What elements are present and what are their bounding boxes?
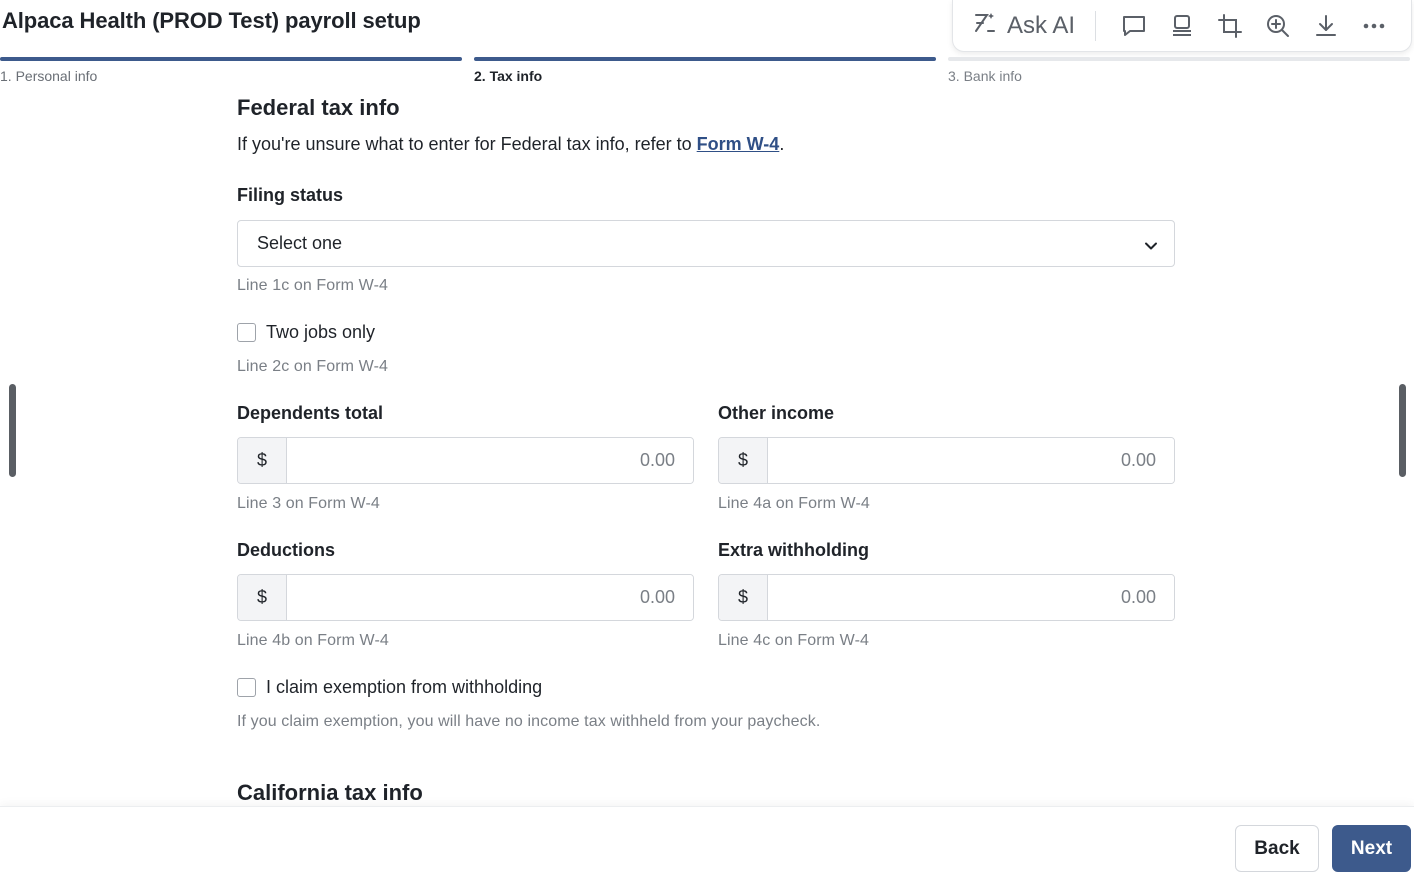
step-label: 2. Tax info (474, 68, 543, 84)
zoom-in-icon[interactable] (1254, 2, 1302, 50)
step-progress-bar (948, 57, 1410, 61)
document-toolbar: Ask AI (952, 0, 1412, 52)
extra-withholding-label: Extra withholding (718, 540, 869, 560)
ask-ai-icon (971, 9, 999, 42)
download-icon[interactable] (1302, 2, 1350, 50)
other-income-hint: Line 4a on Form W-4 (718, 495, 870, 512)
california-tax-title: California tax info (237, 780, 423, 805)
federal-tax-title: Federal tax info (237, 95, 400, 120)
left-scroll-handle[interactable] (9, 384, 16, 477)
intro-end: . (779, 134, 785, 154)
step-bank-info[interactable]: 3. Bank info (948, 57, 1410, 84)
deductions-field: $ (237, 574, 694, 621)
currency-prefix: $ (719, 575, 768, 620)
form-w4-link[interactable]: Form W-4 (697, 134, 780, 154)
comment-icon[interactable] (1110, 2, 1158, 50)
right-scroll-handle[interactable] (1399, 384, 1406, 477)
stamp-icon[interactable] (1158, 2, 1206, 50)
exemption-label: I claim exemption from withholding (266, 677, 543, 697)
other-income-input[interactable] (768, 438, 1174, 483)
federal-intro: If you're unsure what to enter for Feder… (237, 134, 784, 155)
exemption-checkbox-row[interactable]: I claim exemption from withholding (237, 677, 542, 698)
ask-ai-button[interactable]: Ask AI (971, 9, 1095, 42)
two-jobs-checkbox-row[interactable]: Two jobs only (237, 322, 375, 343)
dependents-total-field: $ (237, 437, 694, 484)
extra-withholding-input[interactable] (768, 575, 1174, 620)
two-jobs-label: Two jobs only (266, 322, 376, 342)
filing-status-hint: Line 1c on Form W-4 (237, 277, 388, 294)
deductions-label: Deductions (237, 540, 336, 560)
footer-bar (0, 806, 1414, 872)
extra-withholding-hint: Line 4c on Form W-4 (718, 632, 869, 649)
toolbar-divider (1095, 10, 1097, 41)
step-label: 3. Bank info (948, 68, 1022, 84)
filing-status-value: Select one (257, 233, 343, 253)
step-personal-info[interactable]: 1. Personal info (0, 57, 462, 84)
step-progress-bar (474, 57, 936, 61)
two-jobs-hint: Line 2c on Form W-4 (237, 358, 388, 375)
step-progress-bar (0, 57, 462, 61)
deductions-hint: Line 4b on Form W-4 (237, 632, 389, 649)
exemption-checkbox[interactable] (237, 678, 256, 697)
back-button[interactable]: Back (1235, 825, 1319, 872)
other-income-field: $ (718, 437, 1175, 484)
step-tax-info[interactable]: 2. Tax info (474, 57, 936, 84)
chevron-down-icon (1144, 237, 1158, 258)
currency-prefix: $ (719, 438, 768, 483)
dependents-total-hint: Line 3 on Form W-4 (237, 495, 380, 512)
filing-status-select[interactable]: Select one (237, 220, 1175, 267)
exemption-hint: If you claim exemption, you will have no… (237, 713, 821, 730)
extra-withholding-field: $ (718, 574, 1175, 621)
dependents-total-input[interactable] (287, 438, 693, 483)
intro-text: If you're unsure what to enter for Feder… (237, 134, 697, 154)
step-label: 1. Personal info (0, 68, 98, 84)
two-jobs-checkbox[interactable] (237, 323, 256, 342)
more-icon[interactable] (1350, 2, 1398, 50)
dependents-total-label: Dependents total (237, 403, 384, 423)
page-title: Alpaca Health (PROD Test) payroll setup (2, 8, 421, 33)
ask-ai-label: Ask AI (1007, 11, 1076, 39)
other-income-label: Other income (718, 403, 835, 423)
crop-icon[interactable] (1206, 2, 1254, 50)
deductions-input[interactable] (287, 575, 693, 620)
currency-prefix: $ (238, 575, 287, 620)
currency-prefix: $ (238, 438, 287, 483)
filing-status-label: Filing status (237, 185, 344, 205)
next-button[interactable]: Next (1332, 825, 1411, 872)
